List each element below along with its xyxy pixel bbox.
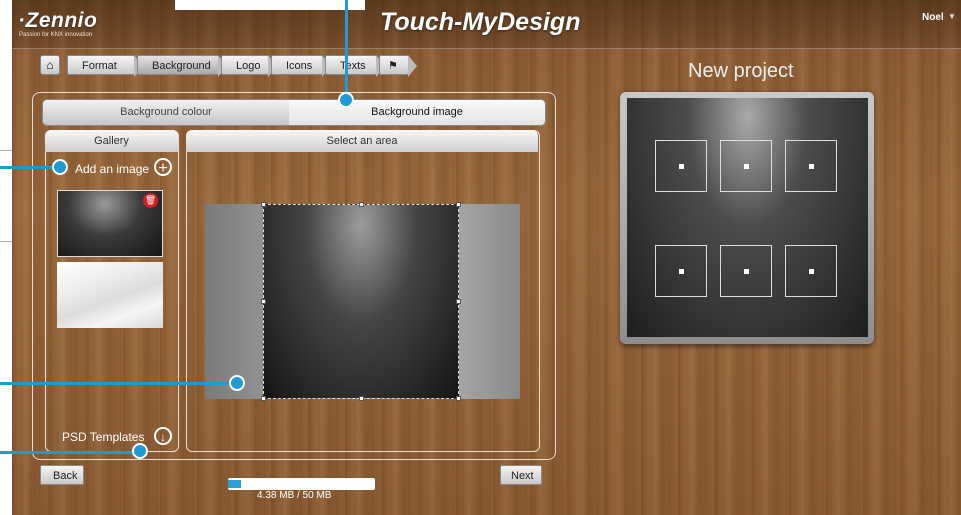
preview-button bbox=[720, 140, 772, 192]
storage-progress-fill bbox=[228, 480, 241, 488]
gallery-header: Gallery bbox=[45, 130, 178, 152]
callout-line bbox=[0, 382, 232, 385]
callout-bullet bbox=[132, 443, 148, 459]
preview-button bbox=[720, 245, 772, 297]
callout-line bbox=[345, 0, 348, 96]
logo-tagline: Passion for KNX innovation bbox=[19, 32, 93, 38]
crumb-texts[interactable]: Texts bbox=[325, 55, 385, 77]
preview-button bbox=[785, 245, 837, 297]
finish-flag-icon[interactable]: ⚑ bbox=[379, 55, 417, 77]
add-icon[interactable]: + bbox=[154, 158, 172, 177]
tab-background-image[interactable]: Background image bbox=[289, 100, 545, 125]
storage-usage-text: 4.38 MB / 50 MB bbox=[257, 490, 332, 501]
trash-icon[interactable]: 🗑 bbox=[143, 193, 158, 208]
storage-progress-bar bbox=[228, 478, 375, 490]
crop-handle[interactable] bbox=[456, 396, 461, 401]
crumb-format[interactable]: Format bbox=[67, 55, 143, 77]
crumb-icons[interactable]: Icons bbox=[271, 55, 331, 77]
crop-handle[interactable] bbox=[261, 299, 266, 304]
home-icon[interactable]: ⌂ bbox=[40, 55, 60, 75]
zennio-logo: ·Zennio bbox=[18, 9, 98, 32]
callout-bullet bbox=[338, 92, 354, 108]
back-button[interactable]: Back bbox=[40, 465, 84, 485]
crop-handle[interactable] bbox=[456, 299, 461, 304]
psd-templates-label[interactable]: PSD Templates bbox=[62, 430, 144, 444]
gallery-thumbnail-light[interactable] bbox=[57, 262, 163, 328]
crumb-background[interactable]: Background bbox=[137, 55, 227, 77]
preview-button bbox=[655, 245, 707, 297]
device-screen bbox=[627, 98, 868, 337]
background-tabs: Background colour Background image bbox=[42, 99, 546, 126]
project-title: New project bbox=[688, 60, 794, 82]
crop-handle[interactable] bbox=[359, 202, 364, 207]
add-image-label[interactable]: Add an image bbox=[75, 162, 149, 176]
crumb-logo[interactable]: Logo bbox=[221, 55, 277, 77]
download-icon[interactable]: ↓ bbox=[154, 427, 172, 445]
app-title: Touch-MyDesign bbox=[380, 8, 581, 36]
tab-background-colour[interactable]: Background colour bbox=[43, 100, 289, 125]
callout-bullet bbox=[52, 159, 68, 175]
callout-line bbox=[0, 166, 55, 169]
crop-selection[interactable] bbox=[263, 204, 459, 399]
select-area-header: Select an area bbox=[186, 130, 538, 152]
crop-handle[interactable] bbox=[456, 202, 461, 207]
user-menu[interactable]: Noel bbox=[922, 12, 944, 23]
preview-button bbox=[785, 140, 837, 192]
next-button[interactable]: Next bbox=[500, 465, 542, 485]
crop-handle[interactable] bbox=[359, 396, 364, 401]
crop-handle[interactable] bbox=[261, 202, 266, 207]
clean-button[interactable]: Clean bbox=[505, 130, 534, 152]
left-margin bbox=[0, 0, 12, 515]
callout-bullet bbox=[229, 375, 245, 391]
preview-button bbox=[655, 140, 707, 192]
crop-handle[interactable] bbox=[261, 396, 266, 401]
chevron-down-icon[interactable]: ▼ bbox=[948, 12, 956, 21]
callout-box-fragment-top bbox=[175, 0, 365, 10]
callout-line bbox=[0, 451, 135, 454]
